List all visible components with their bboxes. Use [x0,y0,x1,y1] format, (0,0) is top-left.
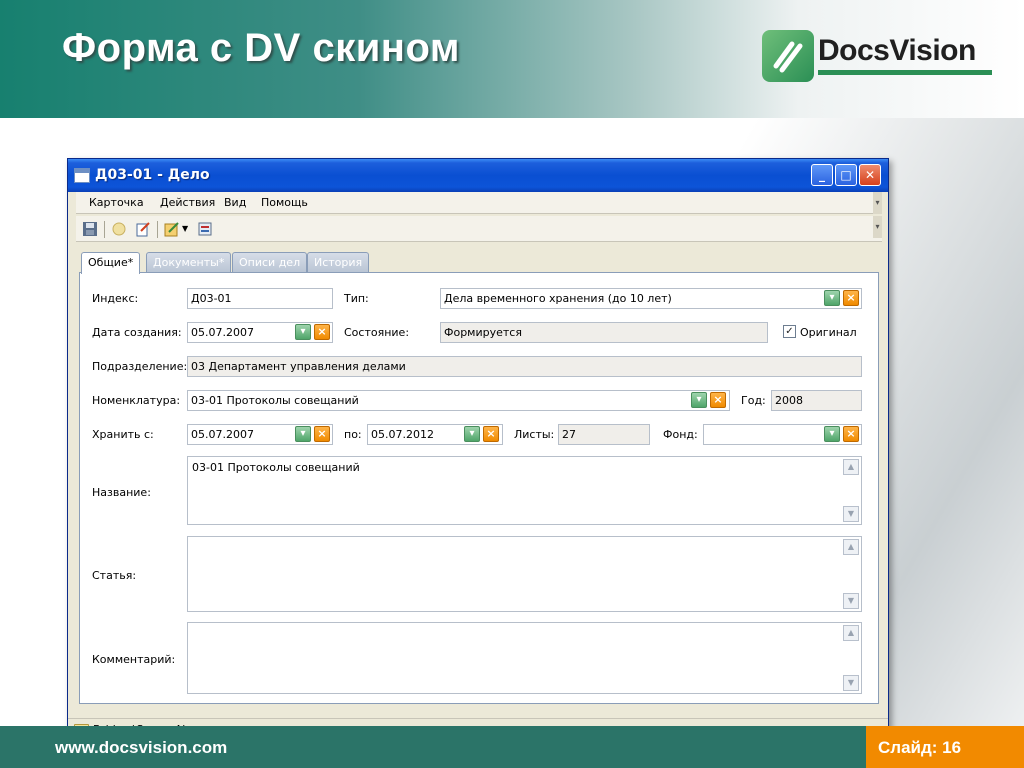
card-window: Д03-01 - Дело _ □ ✕ Карточка Действия Ви… [67,158,889,741]
scroll-up-icon[interactable]: ▲ [843,459,859,475]
close-button[interactable]: ✕ [859,164,881,186]
comment-textarea[interactable]: ▲ ▼ [187,622,862,694]
index-field[interactable]: Д03-01 [187,288,333,309]
sheets-label: Листы: [514,428,555,441]
state-field: Формируется [440,322,768,343]
fund-label: Фонд: [663,428,698,441]
window-titlebar[interactable]: Д03-01 - Дело _ □ ✕ [68,159,888,192]
menu-help[interactable]: Помощь [261,196,308,209]
window-title: Д03-01 - Дело [95,167,210,183]
menubar-chevron-icon[interactable]: ▾ [873,192,882,214]
name-text: 03-01 Протоколы совещаний [192,461,360,474]
comment-label: Комментарий: [92,653,176,666]
attach-icon[interactable] [111,221,127,237]
logo-underline [818,70,992,75]
store-to-clear-icon[interactable]: × [483,426,499,442]
original-label: Оригинал [800,326,857,339]
slide-number-box: Слайд: 16 [866,726,1024,768]
created-label: Дата создания: [92,326,182,339]
type-clear-icon[interactable]: × [843,290,859,306]
nomenclature-clear-icon[interactable]: × [710,392,726,408]
article-label: Статья: [92,569,137,582]
docsvision-logo: DocsVision [762,30,992,86]
type-dropdown-icon[interactable]: ▾ [824,290,840,306]
nomenclature-label: Номенклатура: [92,394,181,407]
scroll-up-icon[interactable]: ▲ [843,539,859,555]
name-textarea[interactable]: 03-01 Протоколы совещаний ▲ ▼ [187,456,862,525]
store-from-dropdown-icon[interactable]: ▾ [295,426,311,442]
store-to-dropdown-icon[interactable]: ▾ [464,426,480,442]
window-icon [74,168,90,183]
menu-actions[interactable]: Действия [160,196,215,209]
menu-bar: Карточка Действия Вид Помощь ▾ [76,192,882,214]
store-from-field[interactable]: 05.07.2007 [187,424,333,445]
name-label: Название: [92,486,151,499]
action-icon[interactable] [164,221,180,237]
sheets-field: 27 [558,424,650,445]
scroll-down-icon[interactable]: ▼ [843,593,859,609]
logo-text: DocsVision [818,34,976,67]
nomenclature-field[interactable]: 03-01 Протоколы совещаний [187,390,730,411]
store-to-label: по: [344,428,362,441]
type-label: Тип: [344,292,369,305]
state-label: Состояние: [344,326,410,339]
tab-inventories[interactable]: Описи дел [232,252,308,273]
nomenclature-dropdown-icon[interactable]: ▾ [691,392,707,408]
maximize-button[interactable]: □ [835,164,857,186]
original-checkbox[interactable]: ✓ [783,325,796,338]
year-field: 2008 [771,390,862,411]
dropdown-arrow-icon[interactable]: ▼ [182,221,190,237]
fund-dropdown-icon[interactable]: ▾ [824,426,840,442]
docsvision-logo-icon [762,30,814,82]
created-date-field[interactable]: 05.07.2007 [187,322,333,343]
created-dropdown-icon[interactable]: ▾ [295,324,311,340]
article-textarea[interactable]: ▲ ▼ [187,536,862,612]
type-field[interactable]: Дела временного хранения (до 10 лет) [440,288,862,309]
minimize-button[interactable]: _ [811,164,833,186]
department-field: 03 Департамент управления делами [187,356,862,377]
store-from-label: Хранить с: [92,428,154,441]
tab-general[interactable]: Общие* [81,252,141,274]
slide-number: Слайд: 16 [878,738,962,757]
toolbar-chevron-icon[interactable]: ▾ [873,216,882,238]
properties-icon[interactable] [197,221,213,237]
fund-clear-icon[interactable]: × [843,426,859,442]
save-icon[interactable] [82,221,98,237]
footer-url: www.docsvision.com [55,738,228,757]
year-label: Год: [741,394,766,407]
menu-card[interactable]: Карточка [89,196,144,209]
store-from-clear-icon[interactable]: × [314,426,330,442]
tab-history[interactable]: История [307,252,370,273]
menu-view[interactable]: Вид [224,196,246,209]
slide-title: Форма с DV скином [62,26,460,70]
scroll-up-icon[interactable]: ▲ [843,625,859,641]
toolbar: ▼ ▾ [76,216,882,242]
scroll-down-icon[interactable]: ▼ [843,506,859,522]
department-label: Подразделение: [92,360,188,373]
general-tab-panel: Индекс: Д03-01 Тип: Дела временного хран… [79,272,879,704]
index-label: Индекс: [92,292,139,305]
created-clear-icon[interactable]: × [314,324,330,340]
tab-documents[interactable]: Документы* [146,252,232,273]
edit-icon[interactable] [135,221,151,237]
scroll-down-icon[interactable]: ▼ [843,675,859,691]
